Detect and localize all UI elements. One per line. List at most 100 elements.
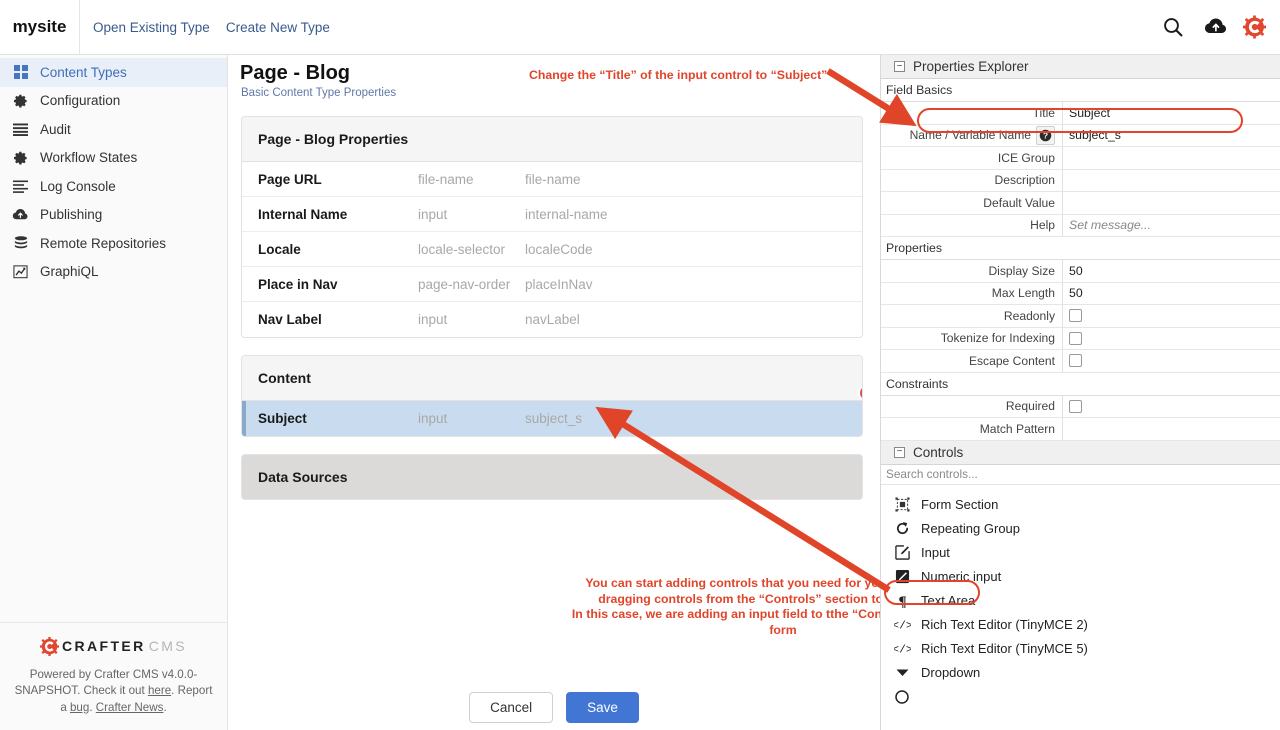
sidebar-item-label: Workflow States (40, 150, 138, 166)
property-row-ice-group[interactable]: ICE Group (881, 147, 1280, 170)
footer-link-bug[interactable]: bug (70, 701, 89, 714)
control-item-rte-tinymce5[interactable]: </> Rich Text Editor (TinyMCE 5) (881, 637, 1280, 661)
property-row-description[interactable]: Description (881, 169, 1280, 192)
page-subtitle[interactable]: Basic Content Type Properties (241, 87, 880, 99)
property-label: Help (881, 214, 1063, 236)
match-pattern-input[interactable] (1063, 418, 1280, 440)
sidebar-item-log-console[interactable]: Log Console (0, 172, 227, 201)
default-value-input[interactable] (1063, 192, 1280, 214)
table-row-subject[interactable]: Subject input subject_s ✕ (242, 384, 862, 436)
control-item-input[interactable]: Input (881, 541, 1280, 565)
sidebar-item-content-types[interactable]: Content Types (0, 58, 227, 87)
sidebar-item-label: Content Types (40, 64, 127, 80)
table-row[interactable]: Locale locale-selector localeCode (242, 232, 862, 267)
property-row-default-value[interactable]: Default Value (881, 192, 1280, 215)
sidebar-item-label: Audit (40, 121, 71, 137)
app-root: mysite Open Existing Type Create New Typ… (0, 0, 1280, 730)
control-item-partial[interactable] (881, 685, 1280, 709)
nav-open-existing-type[interactable]: Open Existing Type (93, 20, 210, 35)
title-input[interactable]: Subject (1063, 102, 1280, 124)
right-panel: − Properties Explorer Field Basics Title… (880, 55, 1280, 730)
save-button[interactable]: Save (566, 691, 639, 723)
footer-link-here[interactable]: here (148, 684, 171, 697)
name-variable-input[interactable]: subject_s (1063, 125, 1280, 147)
control-item-label: Text Area (921, 593, 976, 608)
ice-group-input[interactable] (1063, 147, 1280, 169)
svg-text:</>: </> (894, 621, 911, 631)
sidebar-item-label: Configuration (40, 93, 121, 109)
crafter-logo-icon[interactable] (1237, 0, 1280, 55)
properties-explorer-header[interactable]: − Properties Explorer (881, 55, 1280, 79)
max-length-input[interactable]: 50 (1063, 283, 1280, 305)
control-item-label: Rich Text Editor (TinyMCE 2) (921, 617, 1088, 632)
sidebar-item-label: Remote Repositories (40, 235, 167, 251)
required-checkbox[interactable] (1069, 399, 1082, 413)
code-icon: </> (893, 618, 911, 631)
numeric-input-icon (893, 569, 911, 584)
control-item-label: Numeric input (921, 569, 1002, 584)
top-right-actions (1151, 0, 1280, 55)
section-page-blog-properties: Page - Blog Properties Page URL file-nam… (241, 116, 863, 338)
cancel-button[interactable]: Cancel (469, 691, 554, 723)
control-item-numeric-input[interactable]: Numeric input (881, 565, 1280, 589)
sidebar-nav-list: Content Types Configuration Audit Workfl… (0, 55, 227, 286)
section-header[interactable]: Page - Blog Properties (242, 117, 862, 162)
tokenize-checkbox[interactable] (1069, 331, 1082, 345)
group-header-properties: Properties (881, 237, 1280, 260)
svg-text:?: ? (1043, 130, 1048, 140)
nav-create-new-type[interactable]: Create New Type (226, 20, 330, 35)
sidebar: Content Types Configuration Audit Workfl… (0, 55, 228, 730)
property-row-escape-content[interactable]: Escape Content (881, 350, 1280, 373)
help-icon[interactable]: ? (1036, 125, 1055, 145)
property-row-readonly[interactable]: Readonly (881, 305, 1280, 328)
sidebar-item-label: GraphiQL (40, 264, 99, 280)
table-row[interactable]: Place in Nav page-nav-order placeInNav (242, 267, 862, 302)
property-label: Match Pattern (881, 418, 1063, 440)
sidebar-item-remote-repositories[interactable]: Remote Repositories (0, 229, 227, 258)
control-item-rte-tinymce2[interactable]: </> Rich Text Editor (TinyMCE 2) (881, 613, 1280, 637)
property-row-help[interactable]: Help Set message... (881, 214, 1280, 237)
sidebar-item-workflow-states[interactable]: Workflow States (0, 144, 227, 173)
property-row-display-size[interactable]: Display Size 50 (881, 260, 1280, 283)
section-header[interactable]: Content (242, 356, 862, 401)
crafter-cms-logo: CRAFTER CMS (14, 636, 213, 656)
table-row[interactable]: Internal Name input internal-name (242, 197, 862, 232)
sidebar-item-configuration[interactable]: Configuration (0, 87, 227, 116)
property-row-max-length[interactable]: Max Length 50 (881, 282, 1280, 305)
escape-content-checkbox[interactable] (1069, 354, 1082, 368)
control-item-repeating-group[interactable]: Repeating Group (881, 517, 1280, 541)
sidebar-item-audit[interactable]: Audit (0, 115, 227, 144)
publish-cloud-icon[interactable] (1194, 0, 1237, 55)
footer-credits: Powered by Crafter CMS v4.0.0-SNAPSHOT. … (14, 667, 213, 717)
sidebar-item-graphiql[interactable]: GraphiQL (0, 258, 227, 287)
section-header[interactable]: Data Sources (242, 455, 862, 499)
field-label: Internal Name (258, 206, 348, 222)
control-item-form-section[interactable]: Form Section (881, 493, 1280, 517)
property-row-tokenize[interactable]: Tokenize for Indexing (881, 327, 1280, 350)
collapse-icon[interactable]: − (894, 61, 905, 72)
chart-line-icon (12, 265, 29, 279)
sidebar-footer: CRAFTER CMS Powered by Crafter CMS v4.0.… (0, 621, 227, 730)
control-item-text-area[interactable]: ¶ Text Area (881, 589, 1280, 613)
property-row-required[interactable]: Required (881, 395, 1280, 418)
display-size-input[interactable]: 50 (1063, 260, 1280, 282)
search-icon[interactable] (1151, 0, 1194, 55)
sidebar-item-publishing[interactable]: Publishing (0, 201, 227, 230)
controls-header[interactable]: − Controls (881, 440, 1280, 465)
readonly-checkbox[interactable] (1069, 309, 1082, 323)
help-message-input[interactable]: Set message... (1063, 215, 1280, 237)
footer-link-crafter-news[interactable]: Crafter News (96, 701, 164, 714)
property-row-name-variable[interactable]: Name / Variable Name ? subject_s (881, 124, 1280, 147)
logo-text-cms: CMS (148, 638, 187, 654)
site-brand[interactable]: mysite (0, 0, 80, 55)
description-input[interactable] (1063, 170, 1280, 192)
property-row-title[interactable]: Title Subject (881, 102, 1280, 125)
search-controls-input[interactable]: Search controls... (881, 464, 1280, 485)
table-row[interactable]: Page URL file-name file-name (242, 162, 862, 197)
collapse-icon[interactable]: − (894, 446, 905, 458)
sidebar-item-label: Publishing (40, 207, 103, 223)
table-row[interactable]: Nav Label input navLabel (242, 302, 862, 337)
property-row-match-pattern[interactable]: Match Pattern (881, 418, 1280, 441)
property-label: Required (881, 395, 1063, 417)
control-item-dropdown[interactable]: Dropdown (881, 661, 1280, 685)
